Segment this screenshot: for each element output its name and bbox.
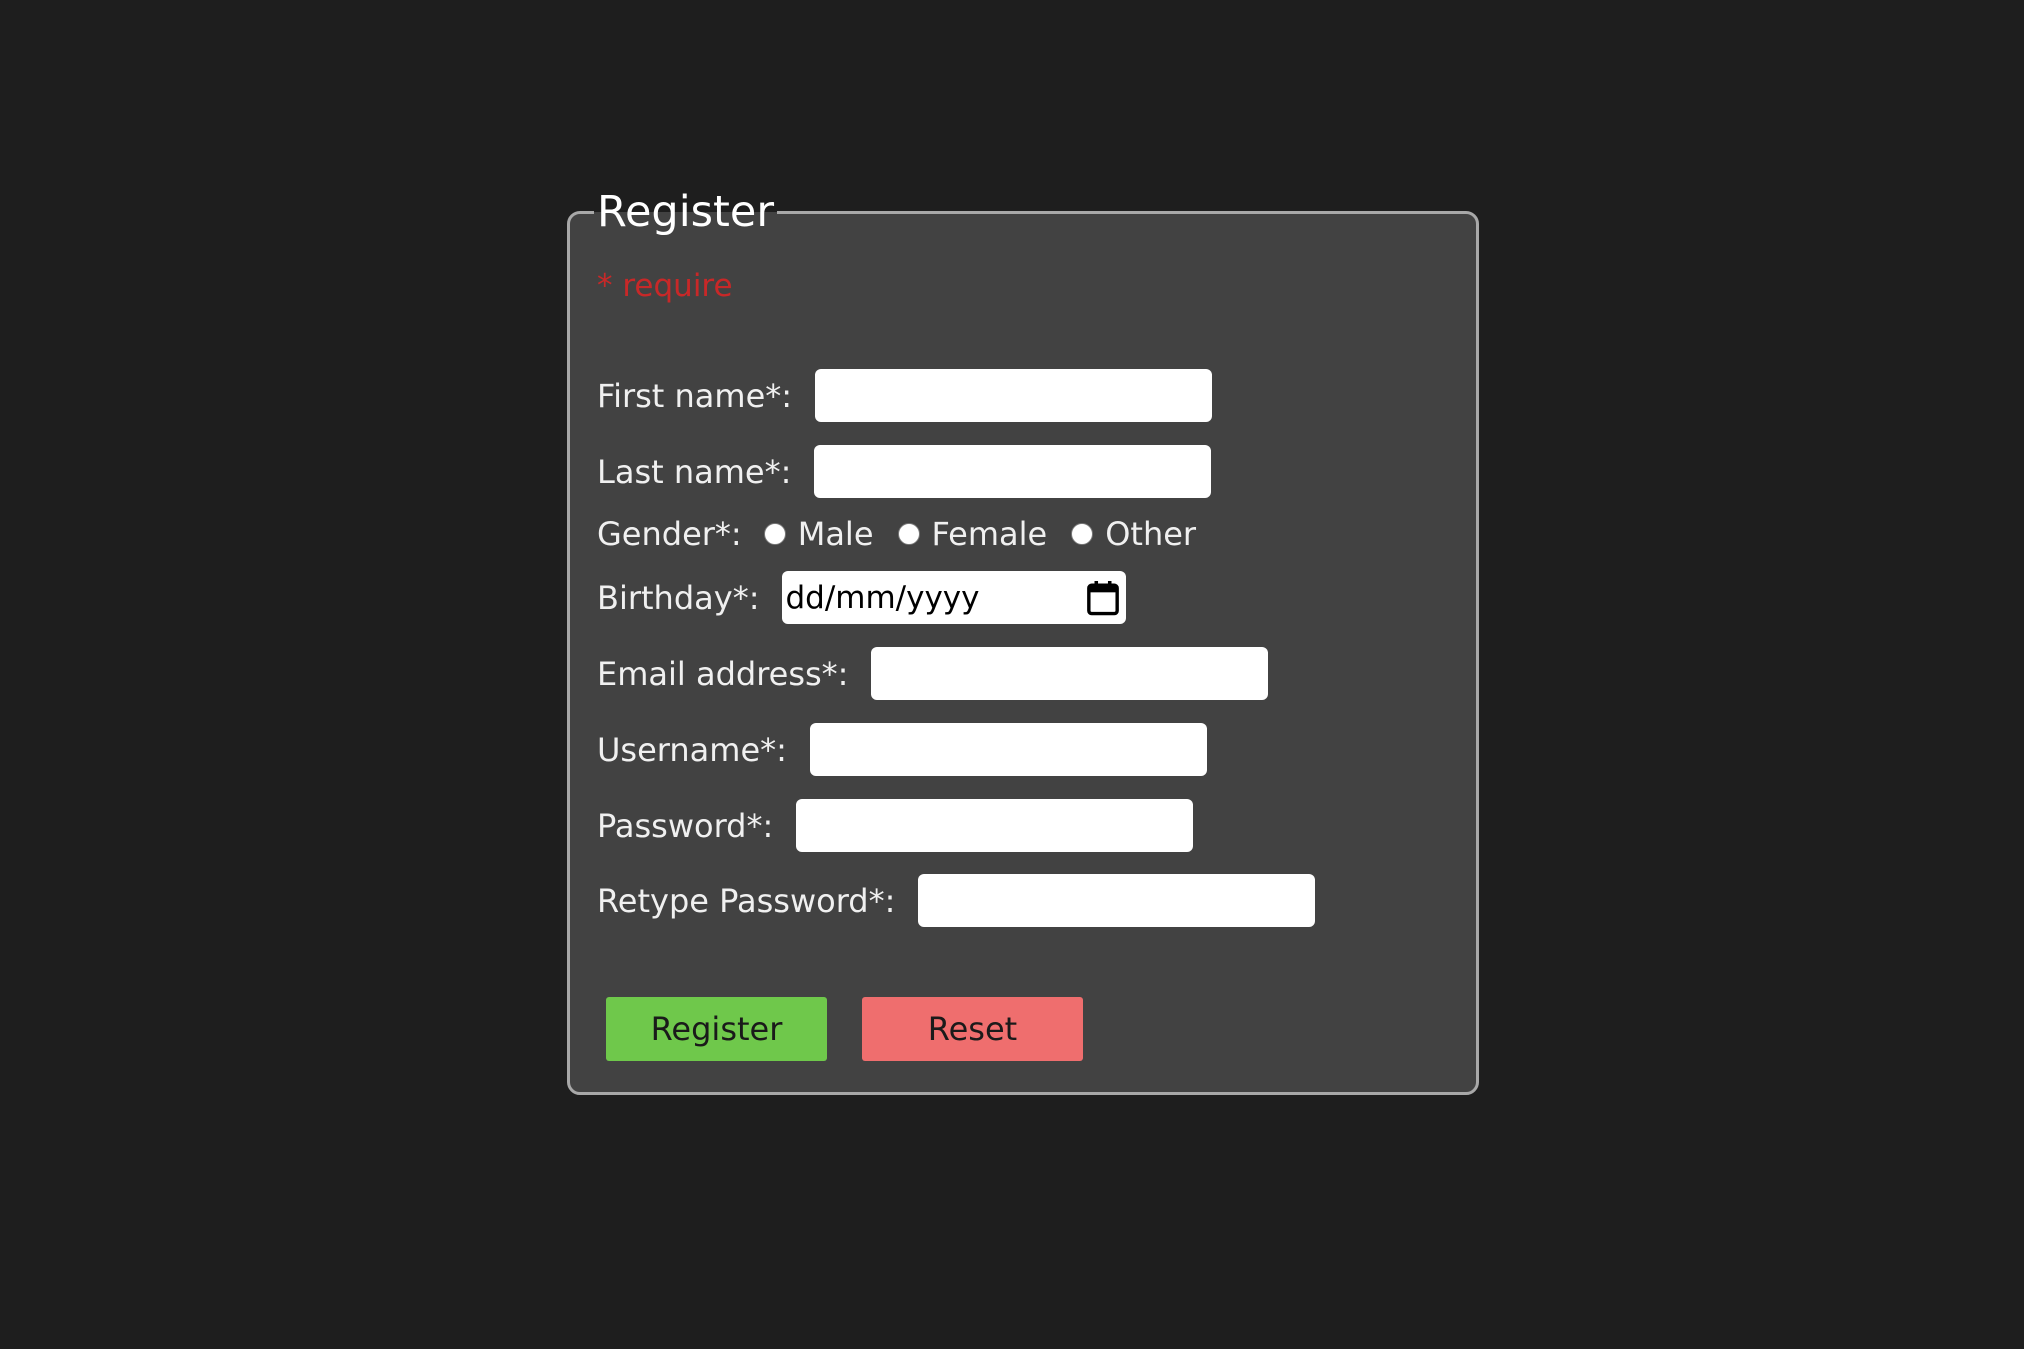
birthday-date-input[interactable]: dd/mm/yyyy — [782, 571, 1127, 624]
gender-label: Gender*: — [597, 515, 742, 553]
password-row: Password*: — [597, 799, 1194, 852]
gender-male-radio[interactable] — [763, 523, 786, 545]
gender-other-label[interactable]: Other — [1105, 515, 1196, 553]
password-input[interactable] — [796, 799, 1194, 852]
first-name-row: First name*: — [597, 369, 1213, 422]
retype-password-label: Retype Password*: — [597, 881, 896, 920]
gender-male-label[interactable]: Male — [798, 515, 874, 553]
last-name-row: Last name*: — [597, 445, 1212, 498]
email-input[interactable] — [871, 647, 1269, 700]
email-row: Email address*: — [597, 647, 1269, 700]
birthday-label: Birthday*: — [597, 578, 760, 617]
register-form: Register * require First name*: Last nam… — [567, 186, 1479, 1095]
retype-password-row: Retype Password*: — [597, 874, 1316, 927]
gender-female-radio[interactable] — [897, 523, 920, 545]
first-name-input[interactable] — [815, 369, 1213, 422]
password-label: Password*: — [597, 806, 774, 845]
gender-row: Gender*: Male Female Other — [597, 507, 1220, 561]
require-note: * require — [597, 268, 733, 304]
last-name-label: Last name*: — [597, 452, 792, 491]
gender-other-radio[interactable] — [1071, 523, 1094, 545]
gender-female-label[interactable]: Female — [932, 515, 1048, 553]
birthday-row: Birthday*: dd/mm/yyyy — [597, 571, 1127, 624]
username-row: Username*: — [597, 723, 1207, 776]
retype-password-input[interactable] — [918, 874, 1316, 927]
email-label: Email address*: — [597, 654, 849, 693]
reset-button[interactable]: Reset — [862, 997, 1083, 1061]
username-label: Username*: — [597, 730, 787, 769]
birthday-placeholder: dd/mm/yyyy — [785, 579, 980, 616]
calendar-icon[interactable] — [1086, 579, 1120, 617]
last-name-input[interactable] — [814, 445, 1212, 498]
username-input[interactable] — [809, 723, 1207, 776]
register-button[interactable]: Register — [606, 997, 827, 1061]
first-name-label: First name*: — [597, 376, 793, 415]
form-legend: Register — [594, 186, 778, 238]
